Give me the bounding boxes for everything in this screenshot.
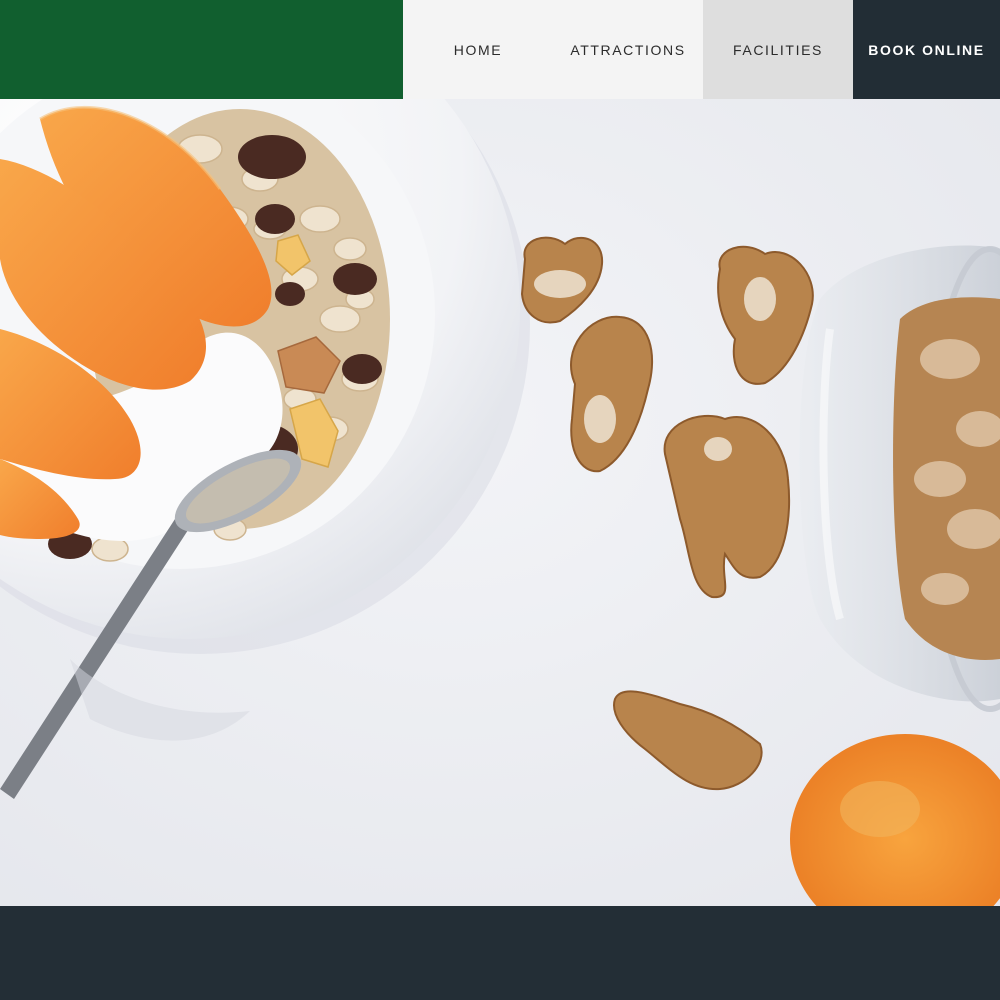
hero-photo-illustration [0, 99, 1000, 906]
main-nav: HOME ATTRACTIONS FACILITIES BOOK ONLINE [403, 0, 1000, 99]
hero-image [0, 99, 1000, 906]
nav-attractions[interactable]: ATTRACTIONS [553, 0, 703, 99]
book-online-button[interactable]: BOOK ONLINE [853, 0, 1000, 99]
nav-home[interactable]: HOME [403, 0, 553, 99]
site-footer [0, 906, 1000, 1000]
brand-logo-area[interactable] [0, 0, 403, 99]
nav-facilities[interactable]: FACILITIES [703, 0, 853, 99]
site-header: HOME ATTRACTIONS FACILITIES BOOK ONLINE [0, 0, 1000, 99]
